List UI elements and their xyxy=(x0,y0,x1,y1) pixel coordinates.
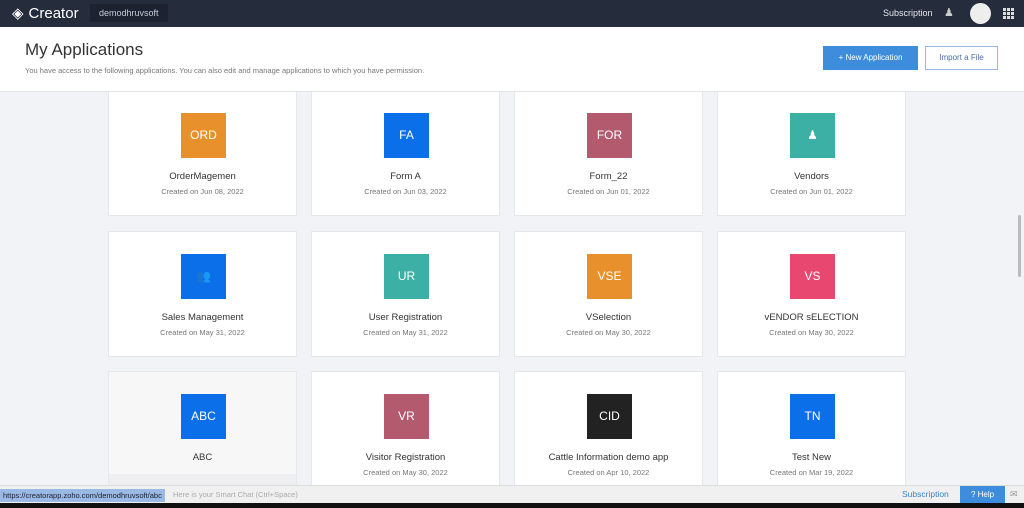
brand-name: Creator xyxy=(28,4,79,22)
avatar[interactable] xyxy=(970,3,991,24)
subscription-link[interactable]: Subscription xyxy=(883,8,933,18)
scrollbar[interactable] xyxy=(1018,215,1021,277)
app-icon: FA xyxy=(384,113,429,158)
app-created-date: Created on Apr 10, 2022 xyxy=(567,468,650,477)
applications-grid: ORD OrderMagemen Created on Jun 08, 2022 FA… xyxy=(0,92,1024,485)
app-card[interactable]: CID Cattle Information demo app Created on… xyxy=(514,371,703,485)
top-bar: ◈ Creator demodhruvsoft Subscription ♟ xyxy=(0,0,1024,27)
chat-icon[interactable]: ✉ xyxy=(1010,489,1018,500)
app-icon: ABC xyxy=(181,394,226,439)
app-icon: CID xyxy=(587,394,632,439)
app-created-date: Created on Jun 01, 2022 xyxy=(567,187,650,196)
app-name: vENDOR sELECTION xyxy=(764,312,859,323)
user-settings-icon[interactable]: ♟ xyxy=(944,6,958,20)
app-name: Visitor Registration xyxy=(365,452,446,463)
app-card[interactable]: FA Form A Created on Jun 03, 2022 xyxy=(311,92,500,216)
app-name: Form_22 xyxy=(589,171,628,182)
smart-chat-hint[interactable]: Here is your Smart Chat (Ctrl+Space) xyxy=(173,490,298,499)
page-description: You have access to the following applica… xyxy=(25,66,425,75)
creator-logo[interactable]: ◈ Creator xyxy=(12,4,79,23)
app-card[interactable]: VS vENDOR sELECTION Created on May 30, 202… xyxy=(717,231,906,357)
app-icon: TN xyxy=(790,394,835,439)
app-icon: FOR xyxy=(587,113,632,158)
subscription-footer-link[interactable]: Subscription xyxy=(902,489,949,499)
app-card[interactable]: ♟ Vendors Created on Jun 01, 2022 xyxy=(717,92,906,216)
app-card[interactable]: FOR Form_22 Created on Jun 01, 2022 xyxy=(514,92,703,216)
app-icon: UR xyxy=(384,254,429,299)
app-created-date: Created on Jun 03, 2022 xyxy=(364,187,447,196)
app-card[interactable]: UR User Registration Created on May 31, 20… xyxy=(311,231,500,357)
apps-grid-icon[interactable] xyxy=(1003,8,1014,19)
new-application-button[interactable]: + New Application xyxy=(823,46,918,70)
app-card[interactable]: TN Test New Created on Mar 19, 2022 xyxy=(717,371,906,485)
import-file-button[interactable]: Import a File xyxy=(925,46,998,70)
app-name: VSelection xyxy=(585,312,632,323)
app-name: Sales Management xyxy=(161,312,244,323)
app-card[interactable]: ORD OrderMagemen Created on Jun 08, 2022 xyxy=(108,92,297,216)
app-card[interactable]: VSE VSelection Created on May 30, 2022 xyxy=(514,231,703,357)
group-icon: 👥 xyxy=(181,254,226,299)
app-icon: VSE xyxy=(587,254,632,299)
app-created-date: Created on Jun 08, 2022 xyxy=(161,187,244,196)
app-name: Vendors xyxy=(794,171,829,182)
app-created-date: Created on May 30, 2022 xyxy=(363,468,448,477)
app-created-date: Created on Jun 01, 2022 xyxy=(770,187,853,196)
app-name: Cattle Information demo app xyxy=(548,452,669,463)
app-name: User Registration xyxy=(368,312,443,323)
app-created-date: Created on May 30, 2022 xyxy=(566,328,651,337)
app-created-date: Created on May 30, 2022 xyxy=(769,328,854,337)
app-name: ABC xyxy=(192,452,213,463)
help-button[interactable]: ? Help xyxy=(960,486,1005,503)
org-switcher[interactable]: demodhruvsoft xyxy=(90,4,168,22)
app-card[interactable]: VR Visitor Registration Created on May 30,… xyxy=(311,371,500,485)
taskbar xyxy=(0,503,1024,508)
card-actions[interactable] xyxy=(109,474,296,485)
page-header: My Applications You have access to the f… xyxy=(0,27,1024,92)
creator-logo-icon: ◈ xyxy=(12,5,24,22)
app-name: OrderMagemen xyxy=(169,171,236,182)
app-created-date: Created on May 31, 2022 xyxy=(160,328,245,337)
link-preview-url: https://creatorapp.zoho.com/demodhruvsof… xyxy=(0,489,165,502)
app-name: Form A xyxy=(390,171,421,182)
app-icon: ORD xyxy=(181,113,226,158)
person-icon: ♟ xyxy=(790,113,835,158)
app-icon: VR xyxy=(384,394,429,439)
app-icon: VS xyxy=(790,254,835,299)
app-card[interactable]: ABC ABC xyxy=(108,371,297,485)
app-created-date: Created on Mar 19, 2022 xyxy=(769,468,854,477)
app-card[interactable]: 👥 Sales Management Created on May 31, 2022 xyxy=(108,231,297,357)
app-created-date: Created on May 31, 2022 xyxy=(363,328,448,337)
app-name: Test New xyxy=(791,452,832,463)
page-title: My Applications xyxy=(25,40,144,59)
